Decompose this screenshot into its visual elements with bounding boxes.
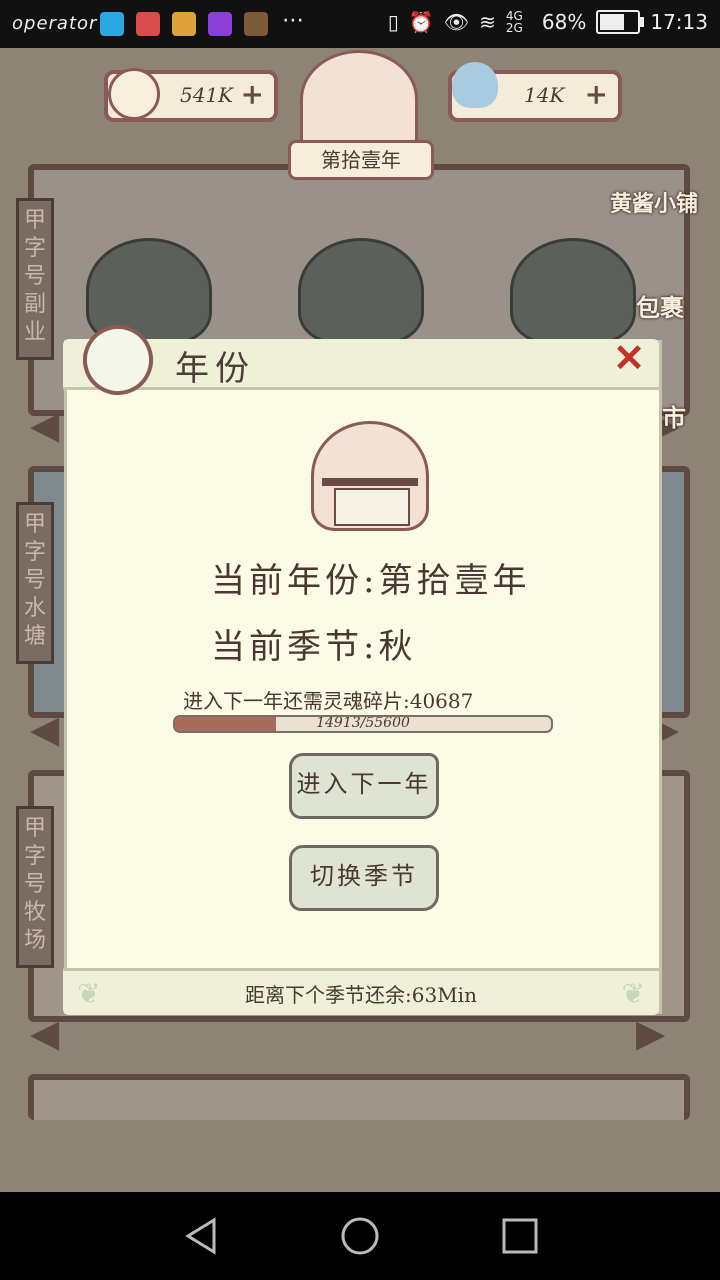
status-bar: operator ⋯ ▯ ⏰ 👁 ≋ 4G 2G 68% 17:13 xyxy=(0,0,720,48)
water-value: 14K xyxy=(524,83,565,107)
next-season-timer: 距离下个季节还余:63Min xyxy=(245,983,477,1007)
wifi-icon: ≋ xyxy=(479,10,496,34)
network-label: 4G 2G xyxy=(505,9,523,35)
year-progress-bar: 14913/55600 xyxy=(173,715,553,733)
dialog-footer: ❦ 距离下个季节还余:63Min ❦ xyxy=(63,968,659,1015)
right-arrow-3[interactable]: ▶ xyxy=(636,1014,692,1052)
left-arrow-3[interactable]: ◀ xyxy=(30,1014,86,1052)
lock-app-icon xyxy=(172,12,196,36)
year-progress-text: 14913/55600 xyxy=(316,715,410,731)
close-button[interactable]: ✕ xyxy=(609,339,649,379)
bag-label[interactable]: 包裹 xyxy=(636,288,684,323)
carrier-label: operator xyxy=(12,13,98,34)
pot-3[interactable] xyxy=(510,238,636,344)
year-badge[interactable]: 第拾壹年 xyxy=(288,140,434,180)
current-year-label: 当前年份:第拾壹年 xyxy=(211,561,531,601)
battery-percent: 68% xyxy=(541,10,587,34)
switch-season-button[interactable]: 切换季节 xyxy=(289,845,439,911)
side-tag-pond[interactable]: 甲字号水塘 xyxy=(16,502,54,664)
temple-emblem-icon xyxy=(300,50,418,148)
add-coin-button[interactable]: + xyxy=(241,78,264,111)
hms-app-icon xyxy=(136,12,160,36)
bottom-panel xyxy=(28,1074,690,1120)
side-tag-ranch[interactable]: 甲字号牧场 xyxy=(16,806,54,968)
current-season-label: 当前季节:秋 xyxy=(211,627,417,667)
system-nav-bar xyxy=(0,1192,720,1280)
coin-value: 541K xyxy=(180,83,234,107)
clock: 17:13 xyxy=(650,10,708,34)
soul-shard-needed: 进入下一年还需灵魂碎片:40687 xyxy=(183,689,474,713)
more-icon: ⋯ xyxy=(282,8,304,33)
coin-icon xyxy=(108,68,160,120)
add-water-button[interactable]: + xyxy=(585,78,608,111)
ginkgo-leaf-icon-right: ❦ xyxy=(621,977,645,1010)
recent-apps-icon[interactable] xyxy=(498,1214,542,1258)
next-year-button[interactable]: 进入下一年 xyxy=(289,753,439,819)
dialog-header: 年份 ✕ xyxy=(63,315,659,405)
market-label[interactable]: 市 xyxy=(662,398,686,433)
battery-icon xyxy=(596,10,645,34)
pot-2[interactable] xyxy=(298,238,424,344)
shop-label[interactable]: 黄酱小铺 xyxy=(610,186,698,218)
water-drop-icon xyxy=(452,62,498,108)
health-app-icon xyxy=(100,12,124,36)
alarm-icon: ⏰ xyxy=(408,10,434,34)
dialog-title: 年份 xyxy=(175,349,255,389)
side-tag-business[interactable]: 甲字号副业 xyxy=(16,198,54,360)
home-icon[interactable] xyxy=(338,1214,382,1258)
year-dialog: 年份 ✕ 当前年份:第拾壹年 当前季节:秋 进入下一年还需灵魂碎片:40687 … xyxy=(63,315,662,1015)
temple-icon xyxy=(311,421,429,531)
vibrate-icon: ▯ xyxy=(387,10,399,34)
game-app-icon xyxy=(244,12,268,36)
eye-icon: 👁 xyxy=(443,10,470,34)
back-icon[interactable] xyxy=(180,1214,224,1258)
video-app-icon xyxy=(208,12,232,36)
